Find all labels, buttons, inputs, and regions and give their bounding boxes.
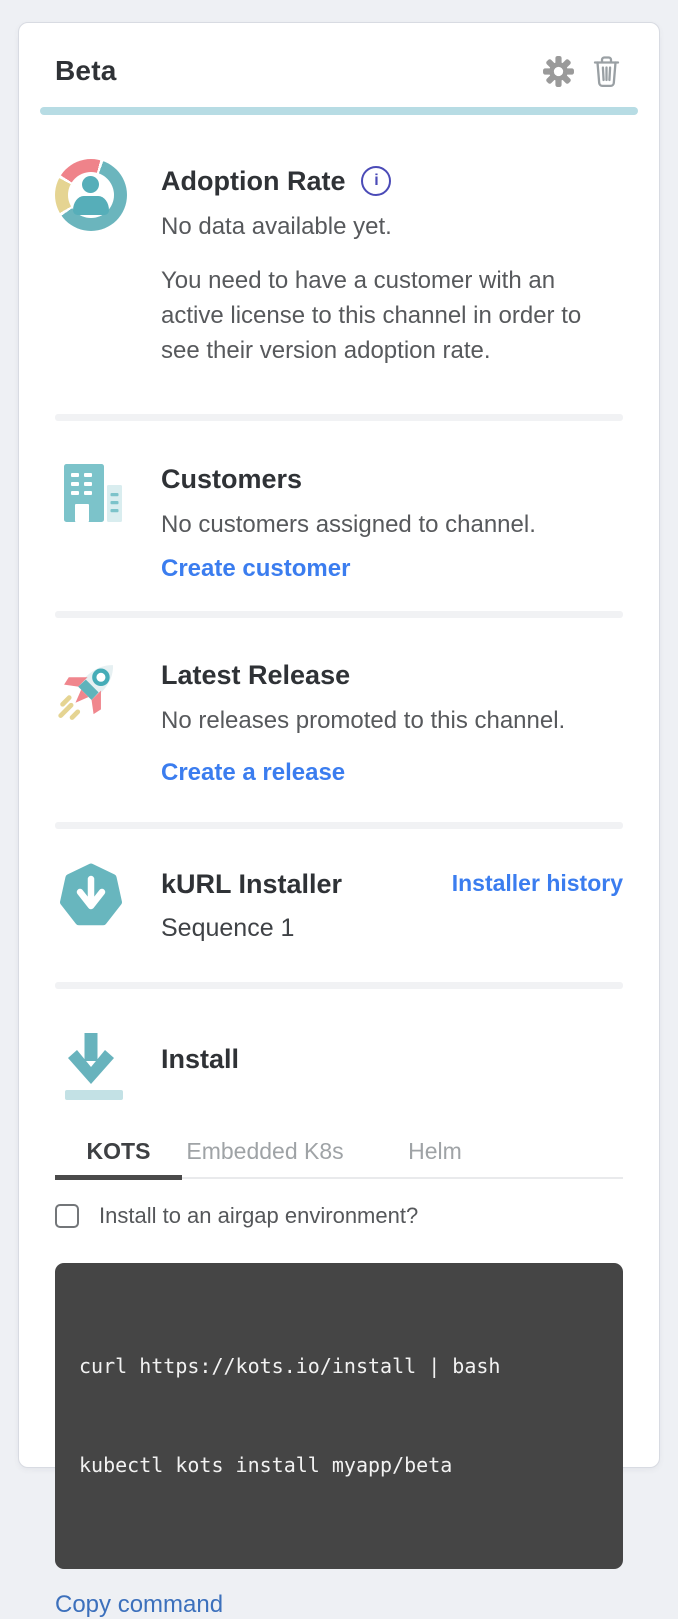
channel-title: Beta	[55, 53, 117, 89]
tab-kots[interactable]: KOTS	[55, 1133, 182, 1177]
person-icon	[82, 176, 99, 193]
tab-helm[interactable]: Helm	[348, 1133, 522, 1177]
settings-button[interactable]	[541, 54, 575, 88]
create-release-link[interactable]: Create a release	[161, 759, 345, 787]
tab-embedded-k8s[interactable]: Embedded K8s	[182, 1133, 348, 1177]
command-line-2: kubectl kots install myapp/beta	[79, 1449, 599, 1482]
rocket-icon	[55, 653, 127, 729]
install-command-block: curl https://kots.io/install | bash kube…	[55, 1263, 623, 1569]
trash-icon	[591, 54, 622, 88]
latest-release-title: Latest Release	[161, 657, 623, 693]
airgap-option-row: Install to an airgap environment?	[55, 1203, 623, 1229]
buildings-icon	[55, 457, 127, 529]
section-divider	[55, 611, 623, 618]
kurl-installer-section: kURL Installer Installer history Sequenc…	[55, 862, 623, 944]
adoption-donut-icon	[55, 159, 127, 231]
kurl-installer-title: kURL Installer	[161, 866, 342, 902]
card-header: Beta	[55, 23, 623, 89]
adoption-empty-text: No data available yet.	[161, 211, 623, 243]
install-tabs: KOTS Embedded K8s Helm	[55, 1133, 623, 1179]
gear-icon	[542, 55, 575, 88]
section-divider	[55, 822, 623, 829]
customers-section: Customers No customers assigned to chann…	[55, 457, 623, 583]
install-download-icon	[58, 1027, 124, 1103]
adoption-help-text: You need to have a customer with an acti…	[161, 263, 613, 368]
channel-card: Beta	[18, 22, 660, 1468]
info-icon[interactable]: i	[361, 166, 391, 196]
install-title: Install	[161, 1041, 623, 1077]
install-section: Install	[55, 1027, 623, 1103]
adoption-rate-section: Adoption Rate i No data available yet. Y…	[55, 159, 623, 368]
customers-empty-text: No customers assigned to channel.	[161, 509, 623, 541]
channel-accent-bar	[40, 107, 638, 115]
header-actions	[541, 54, 623, 88]
installer-history-link[interactable]: Installer history	[452, 870, 623, 897]
create-customer-link[interactable]: Create customer	[161, 555, 350, 583]
section-divider	[55, 982, 623, 989]
delete-channel-button[interactable]	[589, 54, 623, 88]
installer-sequence: Sequence 1	[161, 912, 623, 944]
latest-release-section: Latest Release No releases promoted to t…	[55, 653, 623, 787]
copy-command-link[interactable]: Copy command	[55, 1591, 223, 1619]
release-empty-text: No releases promoted to this channel.	[161, 705, 623, 737]
command-line-1: curl https://kots.io/install | bash	[79, 1350, 599, 1383]
airgap-checkbox[interactable]	[55, 1204, 79, 1228]
installer-heptagon-icon	[57, 862, 125, 930]
airgap-label: Install to an airgap environment?	[99, 1203, 418, 1229]
adoption-rate-title: Adoption Rate i	[161, 163, 623, 199]
customers-title: Customers	[161, 461, 623, 497]
section-divider	[55, 414, 623, 421]
